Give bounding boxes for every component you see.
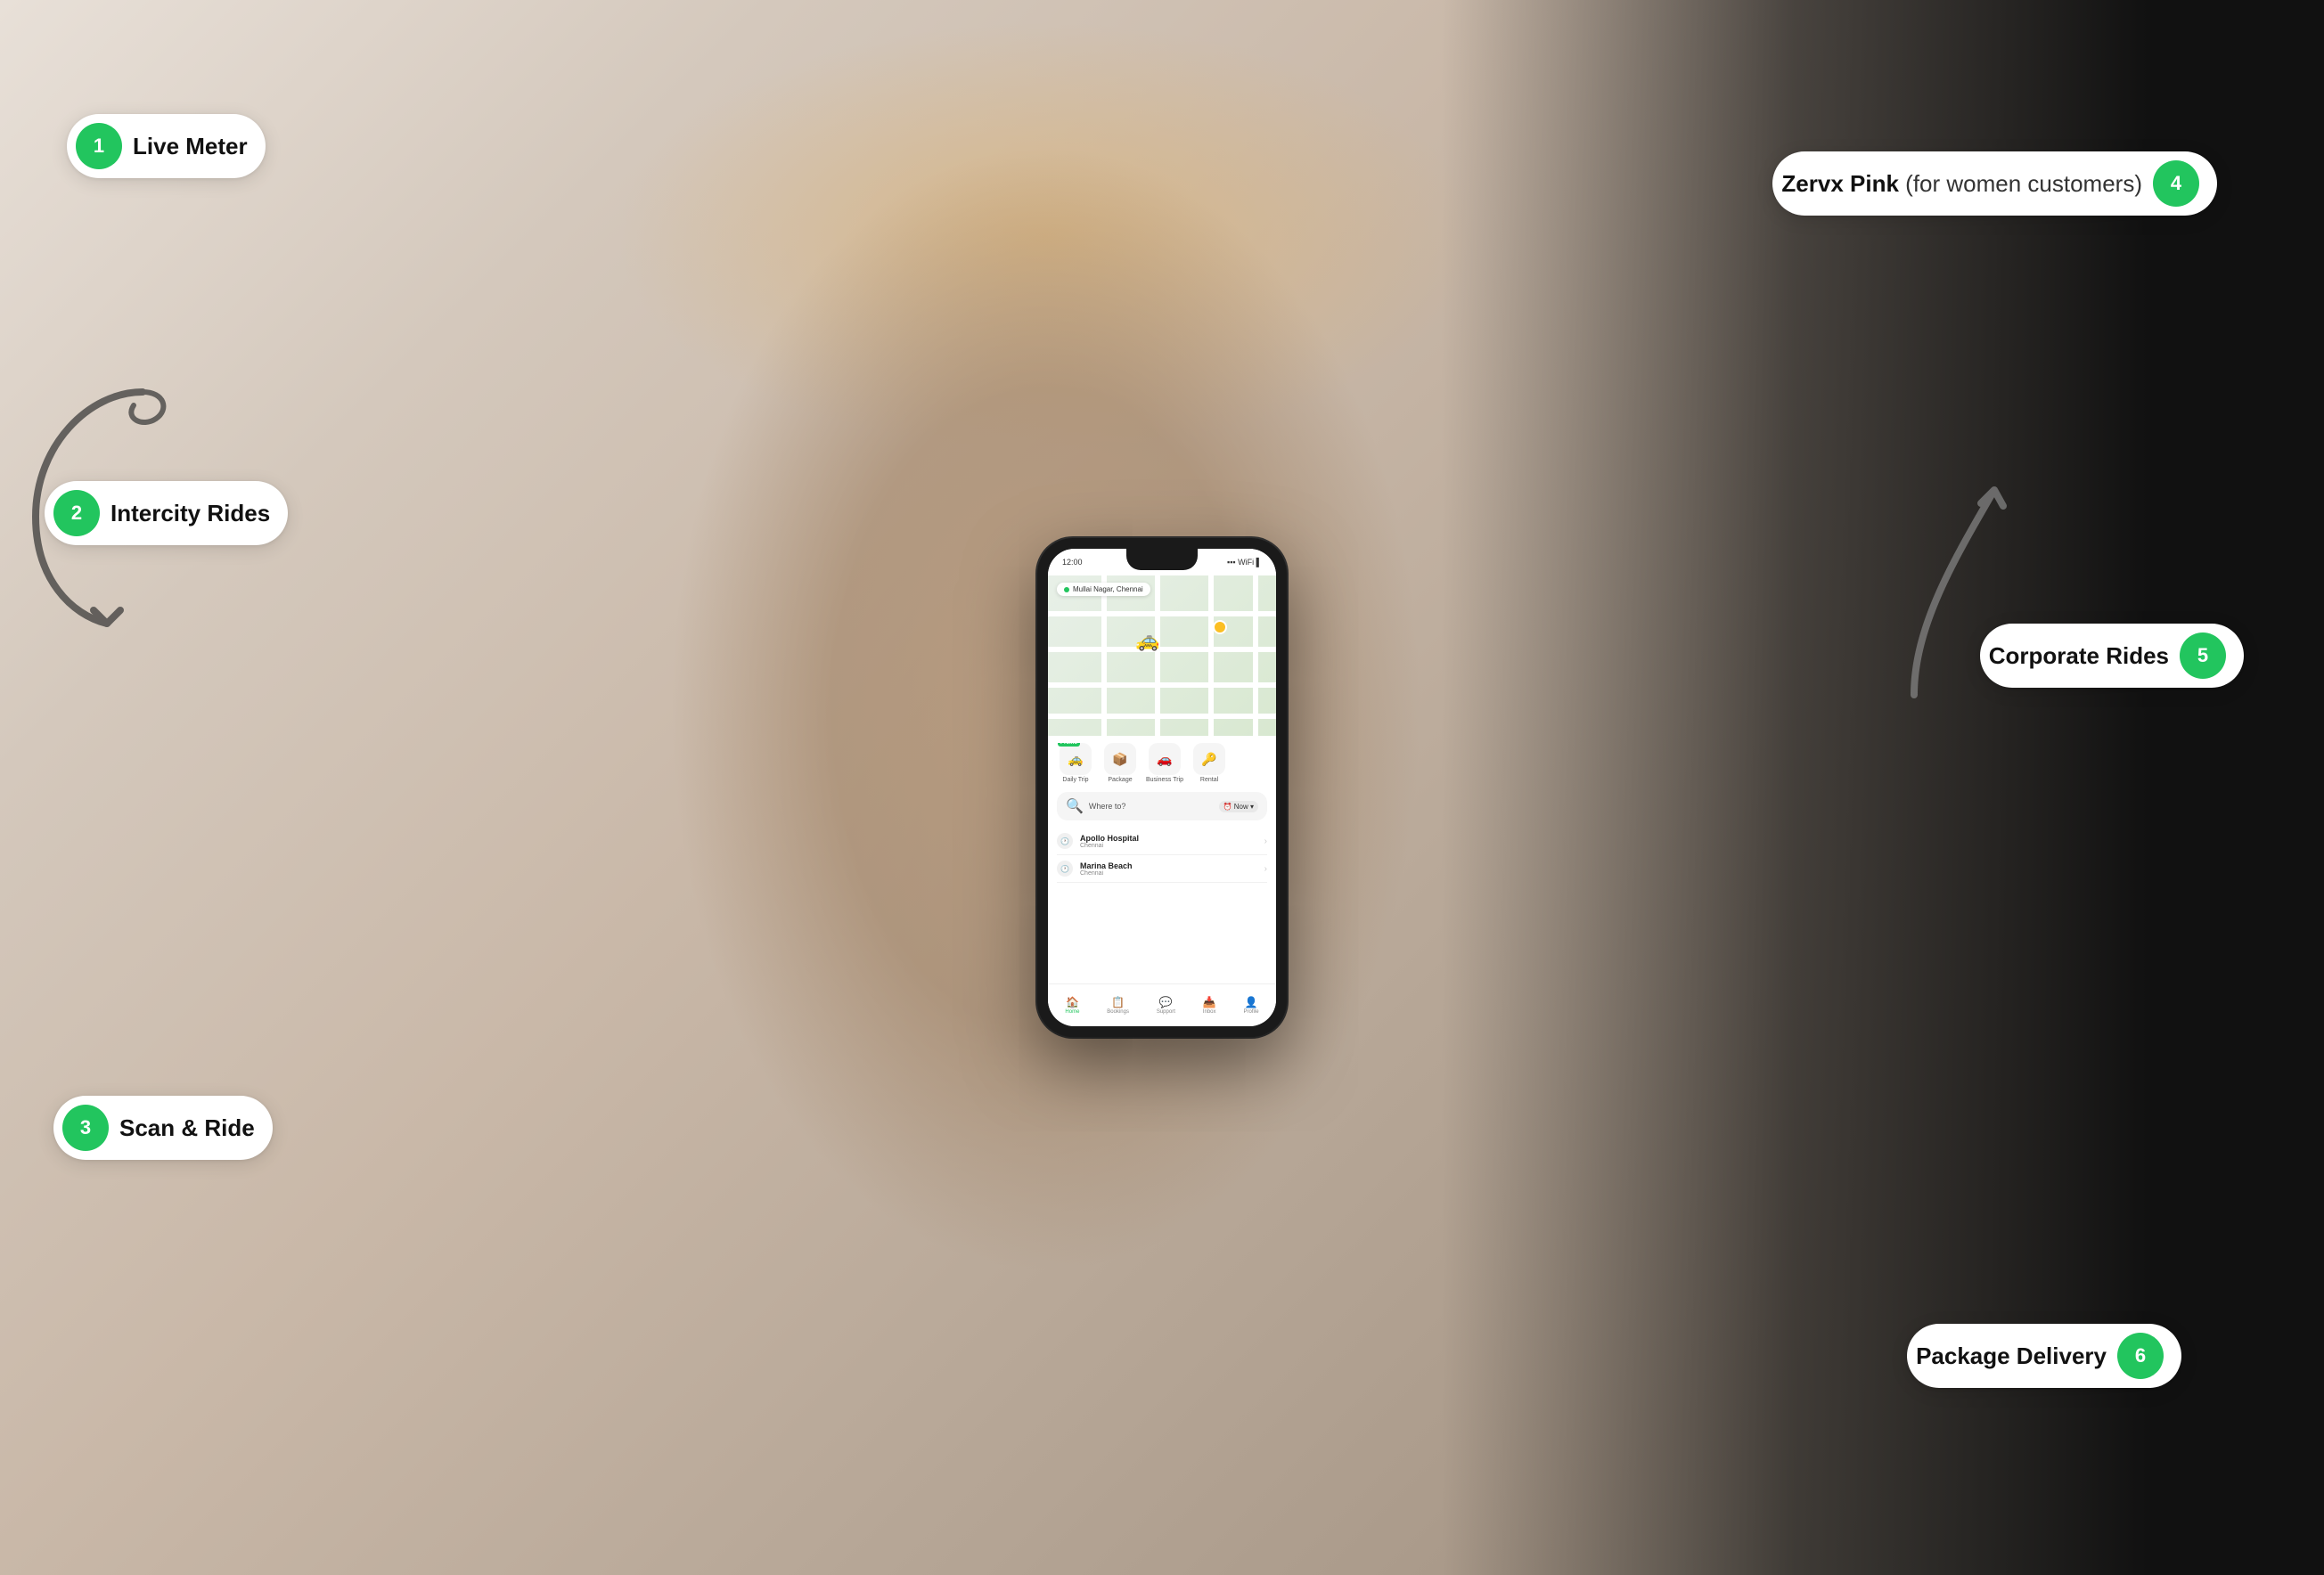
feature-number-5: 5: [2180, 632, 2226, 679]
feature-label-6: Package Delivery: [1916, 1342, 2107, 1370]
map-road: [1208, 575, 1214, 736]
map-road: [1048, 611, 1276, 616]
bottom-nav: 🏠 Home 📋 Bookings 💬 Support 📥 Inbox 👤: [1048, 983, 1276, 1026]
feature-label-1: Live Meter: [133, 133, 248, 160]
service-label-package: Package: [1108, 777, 1132, 783]
service-package: 📦 Package: [1101, 743, 1139, 783]
service-business: 🚗 Business Trip: [1146, 743, 1183, 783]
nav-label-bookings: Bookings: [1107, 1009, 1129, 1015]
nav-label-home: Home: [1065, 1009, 1079, 1015]
feature-pill-3: 3 Scan & Ride: [53, 1096, 273, 1160]
nav-home[interactable]: 🏠 Home: [1065, 996, 1079, 1015]
status-time: 12:00: [1062, 558, 1083, 567]
map-road: [1048, 647, 1276, 652]
search-bar[interactable]: 🔍 Where to? ⏰ Now ▾: [1057, 792, 1267, 820]
map-road: [1155, 575, 1160, 736]
right-dark-overlay: [1441, 0, 2324, 1575]
location-item-apollo[interactable]: 🕐 Apollo Hospital Chennai ›: [1057, 828, 1267, 855]
nav-support[interactable]: 💬 Support: [1157, 996, 1175, 1015]
phone-screen: 12:00 ▪▪▪ WiFi ▌: [1048, 549, 1276, 1026]
location-item-marina[interactable]: 🕐 Marina Beach Chennai ›: [1057, 855, 1267, 883]
service-icon-daily: Promo 🚕: [1060, 743, 1092, 775]
phone-notch: [1126, 549, 1198, 570]
location-name-marina: Marina Beach: [1080, 861, 1133, 870]
search-icon: 🔍: [1066, 797, 1084, 815]
feature-label-2: Intercity Rides: [110, 500, 270, 527]
taxi-icon: 🚕: [1135, 629, 1159, 652]
promo-badge: Promo: [1058, 743, 1080, 747]
feature-number-6: 6: [2117, 1333, 2164, 1379]
location-details-2: Marina Beach Chennai: [1080, 861, 1133, 877]
status-icons: ▪▪▪ WiFi ▌: [1227, 558, 1262, 567]
map-location-text: Mullai Nagar, Chennai: [1073, 585, 1143, 593]
service-icon-business: 🚗: [1149, 743, 1181, 775]
feature-pill-6: Package Delivery 6: [1907, 1324, 2181, 1388]
feature-label-5: Corporate Rides: [1989, 642, 2169, 670]
location-history-icon: 🕐: [1057, 833, 1073, 849]
map-grid: [1048, 575, 1276, 736]
map-road: [1048, 682, 1276, 688]
location-name-apollo: Apollo Hospital: [1080, 834, 1139, 843]
location-details: Apollo Hospital Chennai: [1080, 834, 1139, 849]
map-location-pill: Mullai Nagar, Chennai: [1057, 583, 1150, 596]
map-road: [1253, 575, 1258, 736]
service-icon-package: 📦: [1104, 743, 1136, 775]
nav-label-inbox: Inbox: [1203, 1009, 1216, 1015]
service-icon-rental: 🔑: [1193, 743, 1225, 775]
feature-number-4: 4: [2153, 160, 2199, 207]
map-area: Mullai Nagar, Chennai 🚕: [1048, 575, 1276, 736]
feature-pill-1: 1 Live Meter: [67, 114, 266, 178]
profile-icon: 👤: [1245, 996, 1258, 1008]
location-history-icon-2: 🕐: [1057, 861, 1073, 877]
home-icon: 🏠: [1066, 996, 1079, 1008]
nav-profile[interactable]: 👤 Profile: [1244, 996, 1259, 1015]
location-city-marina: Chennai: [1080, 870, 1133, 877]
phone-body: 12:00 ▪▪▪ WiFi ▌: [1037, 538, 1287, 1037]
location-city-apollo: Chennai: [1080, 843, 1139, 849]
service-label-rental: Rental: [1200, 777, 1218, 783]
service-label-business: Business Trip: [1146, 777, 1183, 783]
service-row: Promo 🚕 Daily Trip 📦 Package 🚗 Business …: [1057, 743, 1267, 783]
time-badge: ⏰ Now ▾: [1219, 801, 1258, 812]
nav-bookings[interactable]: 📋 Bookings: [1107, 996, 1129, 1015]
feature-label-3: Scan & Ride: [119, 1114, 255, 1142]
search-placeholder: Where to?: [1089, 802, 1214, 811]
service-daily-trip: Promo 🚕 Daily Trip: [1057, 743, 1094, 783]
inbox-icon: 📥: [1203, 996, 1216, 1008]
chevron-right-icon-2: ›: [1264, 864, 1267, 874]
feature-number-2: 2: [53, 490, 100, 536]
nav-label-profile: Profile: [1244, 1009, 1259, 1015]
feature-pill-5: Corporate Rides 5: [1980, 624, 2244, 688]
destination-marker: [1213, 620, 1227, 634]
phone-mockup: 12:00 ▪▪▪ WiFi ▌: [1037, 538, 1287, 1037]
feature-number-1: 1: [76, 123, 122, 169]
map-location-dot: [1064, 587, 1069, 592]
service-rental: 🔑 Rental: [1191, 743, 1228, 783]
bookings-icon: 📋: [1111, 996, 1125, 1008]
feature-pill-4: Zervx Pink (for women customers) 4: [1772, 151, 2217, 216]
map-road: [1101, 575, 1107, 736]
chevron-right-icon: ›: [1264, 836, 1267, 846]
phone-content: Promo 🚕 Daily Trip 📦 Package 🚗 Business …: [1048, 736, 1276, 890]
nav-label-support: Support: [1157, 1009, 1175, 1015]
service-label-daily: Daily Trip: [1062, 777, 1088, 783]
feature-pill-2: 2 Intercity Rides: [45, 481, 288, 545]
nav-inbox[interactable]: 📥 Inbox: [1203, 996, 1216, 1015]
map-road: [1048, 714, 1276, 719]
support-icon: 💬: [1159, 996, 1173, 1008]
feature-number-3: 3: [62, 1105, 109, 1151]
feature-label-4: Zervx Pink (for women customers): [1781, 170, 2142, 198]
